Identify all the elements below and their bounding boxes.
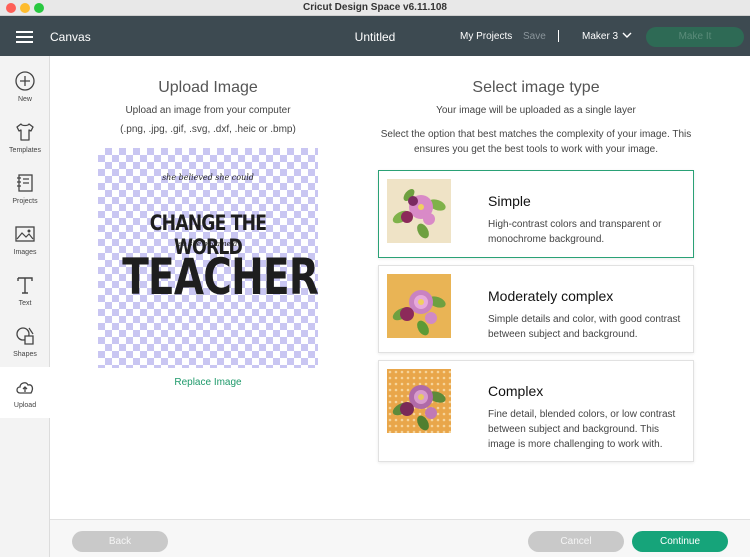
upload-formats: (.png, .jpg, .gif, .svg, .dxf, .heic or … [120,124,296,135]
text-icon [17,277,33,294]
sidebar-item-label: Shapes [13,351,37,358]
flower-thumbnail-icon [387,369,451,433]
option-description: Simple details and color, with good cont… [488,314,681,340]
my-projects-link[interactable]: My Projects [460,31,512,42]
preview-script-line: she believed she could [162,173,254,182]
sidebar-item-text[interactable]: Text [0,265,50,316]
option-description: Fine detail, blended colors, or low cont… [488,409,676,450]
image-icon [15,226,35,242]
plus-circle-icon [15,71,35,91]
upload-subtitle: Upload an image from your computer [125,105,291,116]
sidebar-item-projects[interactable]: Projects [0,163,50,214]
option-description: High-contrast colors and transparent or … [488,219,662,245]
menu-icon[interactable] [16,31,33,43]
upload-cloud-icon [16,382,34,394]
tshirt-icon [16,123,34,141]
notebook-icon [17,174,33,192]
header-divider [558,30,559,42]
window-titlebar: Cricut Design Space v6.11.108 [0,0,750,16]
sidebar-item-label: Upload [13,402,37,409]
preview-script-line: so she became a [178,240,238,248]
chevron-down-icon[interactable] [621,28,633,45]
document-title[interactable]: Untitled [355,30,396,44]
footer-bar: Back Cancel Continue [50,519,750,557]
image-type-instructions: Select the option that best matches the … [380,129,692,155]
back-button[interactable]: Back [72,531,168,552]
window-title: Cricut Design Space v6.11.108 [303,2,447,13]
app-header: Canvas Untitled My Projects Save Maker 3… [0,16,750,56]
uploaded-image-preview: she believed she could CHANGE THE WORLD … [98,148,319,368]
cancel-button[interactable]: Cancel [528,531,624,552]
sidebar-item-label: Projects [12,198,38,205]
upload-title: Upload Image [158,79,258,96]
shapes-icon [16,327,34,345]
option-title: Moderately complex [488,288,614,304]
sidebar-item-new[interactable]: New [0,61,50,112]
option-title: Simple [488,193,531,209]
sidebar-item-images[interactable]: Images [0,214,50,265]
option-moderately-complex[interactable]: Moderately complex Simple details and co… [378,265,694,353]
left-sidebar: New Templates Projects Images Text Shape… [0,56,50,557]
sidebar-item-label: Text [18,300,32,307]
image-type-title: Select image type [472,79,600,96]
machine-selector[interactable]: Maker 3 [582,31,618,42]
preview-headline: TEACHER [122,248,319,306]
save-link[interactable]: Save [523,31,546,42]
option-complex[interactable]: Complex Fine detail, blended colors, or … [378,360,694,462]
sidebar-item-label: Templates [9,147,41,154]
sidebar-item-label: New [17,96,32,103]
sidebar-item-label: Images [13,249,37,256]
replace-image-link[interactable]: Replace Image [108,377,308,388]
option-title: Complex [488,383,544,399]
sidebar-item-shapes[interactable]: Shapes [0,316,50,367]
image-type-subtitle: Your image will be uploaded as a single … [436,105,636,116]
flower-thumbnail-icon [387,274,451,338]
make-it-button[interactable]: Make It [646,27,744,47]
sidebar-item-upload[interactable]: Upload [0,367,50,418]
canvas-label: Canvas [50,30,91,44]
sidebar-item-templates[interactable]: Templates [0,112,50,163]
continue-button[interactable]: Continue [632,531,728,552]
option-simple[interactable]: Simple High-contrast colors and transpar… [378,170,694,258]
flower-thumbnail-icon [387,179,451,243]
